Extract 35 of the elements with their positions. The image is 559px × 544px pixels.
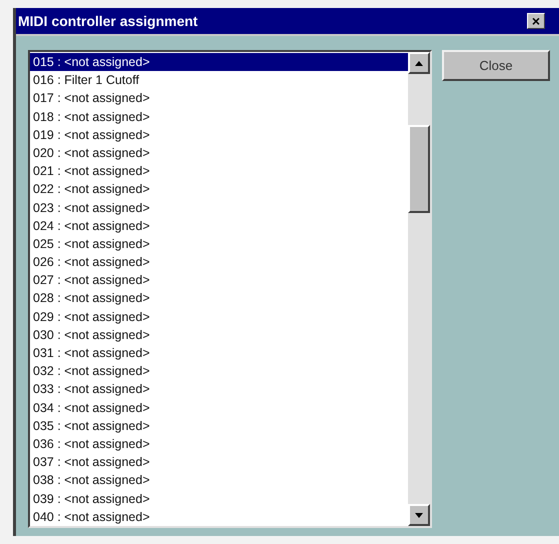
- up-arrow-icon: [415, 60, 423, 66]
- list-item[interactable]: 039 : <not assigned>: [30, 490, 408, 508]
- list-item[interactable]: 038 : <not assigned>: [30, 471, 408, 490]
- list-item[interactable]: 036 : <not assigned>: [30, 434, 408, 454]
- list-item[interactable]: 026 : <not assigned>: [30, 253, 408, 272]
- list-item[interactable]: 032 : <not assigned>: [30, 362, 408, 380]
- list-item[interactable]: 024 : <not assigned>: [30, 216, 408, 235]
- list-item[interactable]: 037 : <not assigned>: [30, 453, 408, 472]
- close-button[interactable]: ×: [527, 13, 545, 29]
- scroll-down-button[interactable]: [408, 504, 430, 526]
- list-item[interactable]: 029 : <not assigned>: [30, 308, 408, 326]
- list-item[interactable]: 025 : <not assigned>: [30, 234, 408, 254]
- scroll-thumb[interactable]: [408, 125, 430, 213]
- close-dialog-button[interactable]: Close: [442, 50, 550, 81]
- down-arrow-icon: [415, 512, 423, 518]
- scrollbar[interactable]: [408, 52, 430, 526]
- list-item[interactable]: 018 : <not assigned>: [30, 108, 408, 126]
- list-item[interactable]: 035 : <not assigned>: [30, 416, 408, 435]
- list-item[interactable]: 020 : <not assigned>: [30, 144, 408, 162]
- list-item[interactable]: 040 : <not assigned>: [30, 508, 408, 526]
- list-item[interactable]: 030 : <not assigned>: [30, 326, 408, 344]
- list-item[interactable]: 015 : <not assigned>: [30, 53, 408, 72]
- list-item[interactable]: 031 : <not assigned>: [30, 344, 408, 362]
- window-title: MIDI controller assignment: [18, 13, 198, 29]
- list-item[interactable]: 027 : <not assigned>: [30, 271, 408, 290]
- list-item[interactable]: 023 : <not assigned>: [30, 198, 408, 217]
- list-item[interactable]: 034 : <not assigned>: [30, 398, 408, 417]
- list-item[interactable]: 028 : <not assigned>: [30, 289, 408, 308]
- scroll-up-button[interactable]: [408, 52, 430, 74]
- list-item[interactable]: 017 : <not assigned>: [30, 89, 408, 108]
- list-item[interactable]: 019 : <not assigned>: [30, 126, 408, 144]
- list-item[interactable]: 033 : <not assigned>: [30, 380, 408, 399]
- list-item[interactable]: 022 : <not assigned>: [30, 180, 408, 198]
- list-item[interactable]: 021 : <not assigned>: [30, 162, 408, 180]
- list-item[interactable]: 016 : Filter 1 Cutoff: [30, 71, 408, 90]
